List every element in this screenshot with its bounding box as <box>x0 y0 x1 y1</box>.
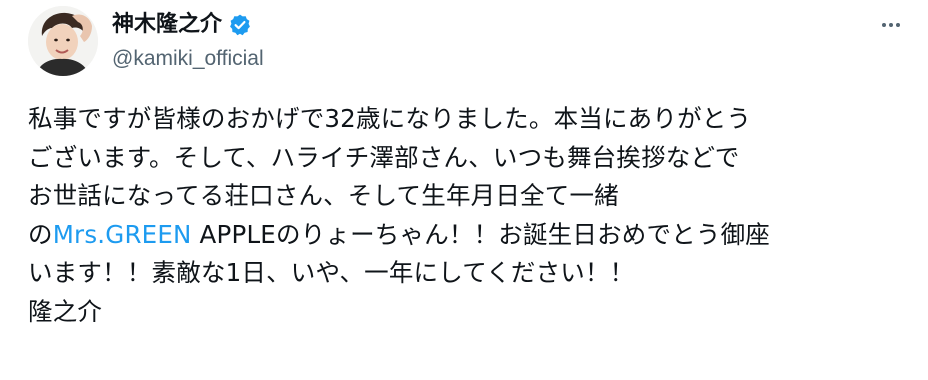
mention-link[interactable]: Mrs.GREEN <box>53 220 192 249</box>
text-segment: APPLEのりょーちゃん！！お誕生日おめでとう御座 <box>191 219 770 249</box>
text-segment: の <box>28 219 53 249</box>
handle[interactable]: @kamiki_official <box>112 46 264 72</box>
tweet-text: 私事ですが皆様のおかげで32歳になりました。本当にありがとう ございます。そして… <box>28 100 908 331</box>
avatar[interactable] <box>28 6 98 76</box>
name-row: 神木隆之介 <box>112 10 252 40</box>
avatar-image <box>28 6 98 76</box>
tweet-text-line: のMrs.GREEN APPLEのりょーちゃん！！お誕生日おめでとう御座 <box>28 216 908 255</box>
more-options-button[interactable] <box>876 10 906 40</box>
text-segment: ございます。そして、ハライチ澤部さん、いつも舞台挨拶などで <box>28 142 740 172</box>
tweet-text-line: ございます。そして、ハライチ澤部さん、いつも舞台挨拶などで <box>28 139 908 178</box>
tweet-text-line: 私事ですが皆様のおかげで32歳になりました。本当にありがとう <box>28 100 908 139</box>
tweet-text-line: お世話になってる荘口さん、そして生年月日全て一緒 <box>28 177 908 216</box>
tweet-text-line: 隆之介 <box>28 293 908 332</box>
text-segment: 隆之介 <box>28 296 103 326</box>
tweet-header: 神木隆之介 @kamiki_official <box>112 6 812 76</box>
verified-badge-icon <box>230 14 250 36</box>
text-segment: お世話になってる荘口さん、そして生年月日全て一緒 <box>28 181 619 210</box>
display-name[interactable]: 神木隆之介 <box>112 10 222 40</box>
text-segment: います！！素敵な1日、いや、一年にしてください！！ <box>28 258 635 287</box>
tweet: 神木隆之介 @kamiki_official 私事ですが皆様のおかげで32歳にな… <box>0 0 928 380</box>
more-options-icon <box>882 23 900 27</box>
tweet-text-line: います！！素敵な1日、いや、一年にしてください！！ <box>28 254 908 293</box>
text-segment: 私事ですが皆様のおかげで32歳になりました。本当にありがとう <box>28 104 752 133</box>
